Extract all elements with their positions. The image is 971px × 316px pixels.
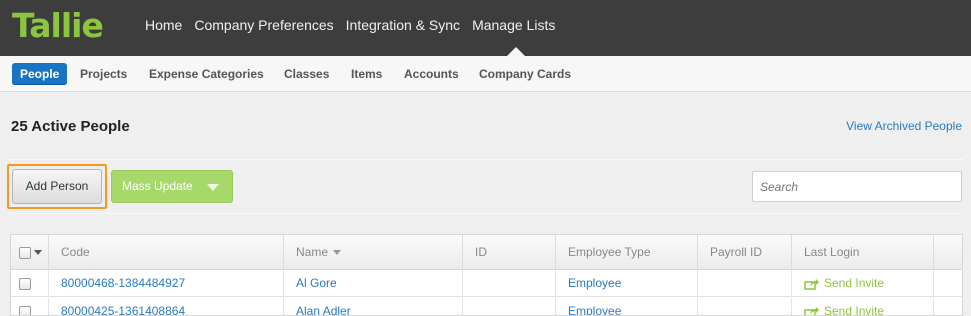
row-checkbox[interactable] [19,277,31,290]
sub-navbar: People Projects Expense Categories Class… [0,56,971,92]
row-spacer [933,270,962,297]
col-name-label: Name [296,245,329,259]
add-person-button[interactable]: Add Person [12,169,102,204]
tab-company-cards[interactable]: Company Cards [479,63,571,85]
divider-bottom [10,213,963,214]
nav-integration-sync[interactable]: Integration & Sync [346,0,460,56]
tab-accounts[interactable]: Accounts [404,63,459,85]
divider-top [10,159,963,160]
send-invite-link[interactable]: Send Invite [791,298,933,316]
name-link[interactable]: Alan Adler [283,298,462,315]
tab-people[interactable]: People [12,63,68,85]
tab-classes[interactable]: Classes [284,63,329,85]
active-nav-caret [507,47,525,56]
col-id[interactable]: ID [462,235,555,270]
tab-projects[interactable]: Projects [80,63,127,85]
page-title: 25 Active People [11,118,130,135]
col-spacer [933,235,962,270]
table-row: 80000425-1361408864 Alan Adler Employee … [11,298,962,316]
caret-down-icon[interactable] [34,250,42,256]
payroll-id-cell [697,298,791,315]
col-name[interactable]: Name [283,235,462,270]
employee-type-link[interactable]: Employee [555,270,697,297]
sort-icon [333,250,342,256]
select-all-header [11,235,48,270]
select-all-checkbox[interactable] [19,246,31,259]
share-icon [804,306,819,315]
col-employee-type[interactable]: Employee Type [555,235,697,270]
id-cell [462,298,555,315]
id-cell [462,270,555,297]
row-checkbox-cell [11,298,48,315]
code-link[interactable]: 80000468-1384484927 [48,270,283,297]
table-header: Code Name ID Employee Type Payroll ID La… [11,235,962,270]
share-icon [804,278,819,290]
code-link[interactable]: 80000425-1361408864 [48,298,283,315]
mass-update-label: Mass Update [122,179,193,193]
tallie-logo[interactable]: Tallie [12,6,104,46]
employee-type-link[interactable]: Employee [555,298,697,315]
view-archived-people-link[interactable]: View Archived People [846,119,962,133]
search-input[interactable] [752,171,962,202]
col-payroll-id[interactable]: Payroll ID [697,235,791,270]
send-invite-label: Send Invite [824,276,885,290]
add-person-highlight: Add Person [7,164,107,209]
people-table: Code Name ID Employee Type Payroll ID La… [10,234,963,316]
row-checkbox-cell [11,270,48,297]
table-row: 80000468-1384484927 Al Gore Employee Sen… [11,270,962,297]
chevron-down-icon [207,184,219,191]
nav-company-preferences[interactable]: Company Preferences [194,0,333,56]
tab-items[interactable]: Items [351,63,382,85]
top-navbar: Tallie Home Company Preferences Integrat… [0,0,971,56]
row-spacer [933,298,962,315]
tab-expense-categories[interactable]: Expense Categories [149,63,264,85]
col-code[interactable]: Code [48,235,283,270]
mass-update-button[interactable]: Mass Update [111,170,233,203]
send-invite-label: Send Invite [824,304,885,316]
payroll-id-cell [697,270,791,297]
col-last-login[interactable]: Last Login [791,235,933,270]
main-content: 25 Active People View Archived People Ad… [0,92,971,316]
name-link[interactable]: Al Gore [283,270,462,297]
nav-home[interactable]: Home [145,0,182,56]
send-invite-link[interactable]: Send Invite [791,270,933,297]
row-checkbox[interactable] [19,305,31,315]
top-nav-menu: Home Company Preferences Integration & S… [145,0,567,56]
